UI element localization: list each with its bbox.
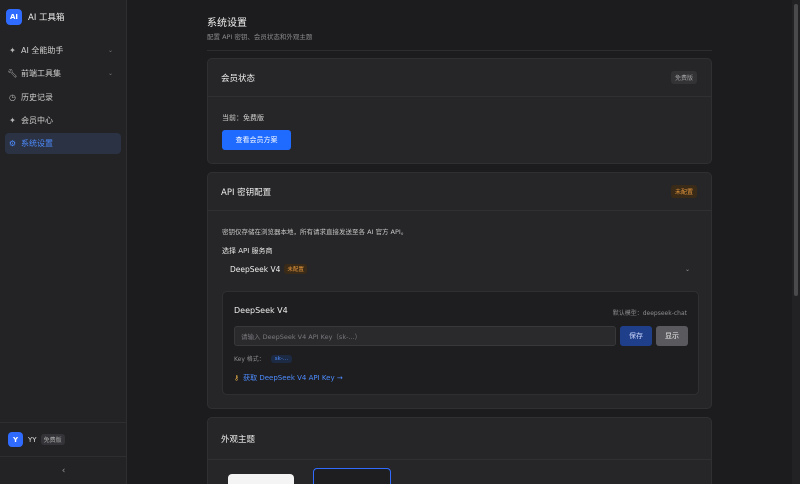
chevron-down-icon: ⌄	[107, 70, 113, 78]
chevron-down-icon: ⌄	[107, 47, 113, 54]
current-plan: 当前：免费版	[222, 114, 264, 122]
sidebar: AI AI 工具箱 ✦ AI 全能助手 ⌄ 🔧︎ 前端工具集 ⌄ ◷ 历史记录 …	[0, 0, 127, 484]
get-api-key-link[interactable]: ⚷ 获取 DeepSeek V4 API Key →	[234, 373, 343, 383]
sidebar-item-settings[interactable]: ⚙ 系统设置	[5, 133, 121, 155]
scrollbar-thumb[interactable]	[794, 4, 798, 296]
provider-config-panel: DeepSeek V4 默认模型：deepseek-chat 请输入 DeepS…	[222, 291, 699, 395]
sidebar-item-label: AI 全能助手	[21, 46, 64, 55]
sidebar-item-label: 前端工具集	[21, 69, 61, 79]
sidebar-item-history[interactable]: ◷ 历史记录	[5, 87, 121, 108]
brand[interactable]: AI AI 工具箱	[0, 0, 126, 34]
app-logo: AI	[6, 9, 22, 25]
sidebar-item-ai-assistant[interactable]: ✦ AI 全能助手 ⌄	[5, 40, 121, 61]
provider-select[interactable]: DeepSeek V4 未配置 ⌄	[222, 259, 698, 279]
provider-selected: DeepSeek V4	[230, 264, 281, 274]
card-header: API 密钥配置 未配置	[208, 173, 711, 211]
sidebar-item-frontend-tools[interactable]: 🔧︎ 前端工具集 ⌄	[5, 63, 121, 84]
page-subtitle: 配置 API 密钥、会员状态和外观主题	[207, 33, 313, 41]
sidebar-item-membership[interactable]: ✦ 会员中心	[5, 110, 121, 131]
api-key-card: API 密钥配置 未配置 密钥仅存储在浏览器本地，所有请求直接发送至各 AI 官…	[207, 172, 712, 409]
history-icon: ◷	[9, 92, 16, 102]
divider	[207, 50, 712, 51]
status-badge: 未配置	[284, 264, 307, 274]
main-content: 系统设置 配置 API 密钥、会员状态和外观主题 会员状态 免费版 当前：免费版…	[127, 0, 800, 484]
collapse-sidebar-button[interactable]: ‹	[0, 456, 127, 484]
avatar: Y	[8, 432, 23, 447]
card-header: 外观主题	[208, 418, 711, 460]
wrench-icon: 🔧︎	[7, 69, 18, 79]
theme-option-dark[interactable]	[313, 468, 391, 484]
api-description: 密钥仅存储在浏览器本地，所有请求直接发送至各 AI 官方 API。	[222, 228, 408, 236]
membership-card: 会员状态 免费版 当前：免费版 查看会员方案	[207, 58, 712, 164]
chevron-down-icon: ⌄	[684, 265, 690, 273]
sidebar-nav: ✦ AI 全能助手 ⌄ 🔧︎ 前端工具集 ⌄ ◷ 历史记录 ✦ 会员中心 ⚙ 系…	[0, 40, 126, 155]
user-profile[interactable]: Y YY 免费版	[0, 422, 127, 456]
card-title: 会员状态	[221, 73, 256, 84]
plan-badge: 免费版	[670, 71, 697, 84]
sidebar-item-label: 系统设置	[21, 139, 53, 149]
sidebar-item-label: 会员中心	[21, 115, 53, 125]
user-plan-badge: 免费版	[40, 434, 65, 445]
save-button[interactable]: 保存	[620, 326, 652, 346]
default-model: 默认模型：deepseek-chat	[612, 310, 687, 317]
provider-label: 选择 API 服务商	[222, 247, 273, 255]
status-badge: 未配置	[670, 185, 697, 198]
sparkle-icon: ✦	[9, 115, 16, 125]
appearance-card: 外观主题	[207, 417, 712, 484]
key-format-label: Key 格式：	[234, 356, 265, 363]
show-key-button[interactable]: 显示	[656, 326, 688, 346]
key-format-chip: sk-...	[270, 354, 293, 363]
user-name: YY	[28, 435, 37, 444]
chevron-left-icon: ‹	[61, 465, 66, 476]
app-title: AI 工具箱	[28, 13, 65, 23]
api-key-input[interactable]: 请输入 DeepSeek V4 API Key（sk-...）	[234, 326, 616, 346]
panel-title: DeepSeek V4	[234, 306, 288, 315]
scrollbar[interactable]	[792, 0, 800, 484]
get-api-key-label: 获取 DeepSeek V4 API Key →	[243, 374, 343, 382]
key-format: Key 格式： sk-...	[234, 354, 293, 363]
key-icon: ⚷	[234, 374, 240, 382]
page-title: 系统设置	[207, 18, 247, 29]
gear-icon: ⚙	[8, 139, 17, 149]
theme-option-light[interactable]	[228, 474, 294, 484]
card-header: 会员状态 免费版	[208, 59, 711, 97]
sidebar-item-label: 历史记录	[21, 92, 53, 102]
card-title: 外观主题	[221, 434, 256, 445]
card-title: API 密钥配置	[221, 187, 272, 198]
sparkle-icon: ✦	[9, 46, 16, 55]
view-plans-button[interactable]: 查看会员方案	[222, 130, 291, 150]
